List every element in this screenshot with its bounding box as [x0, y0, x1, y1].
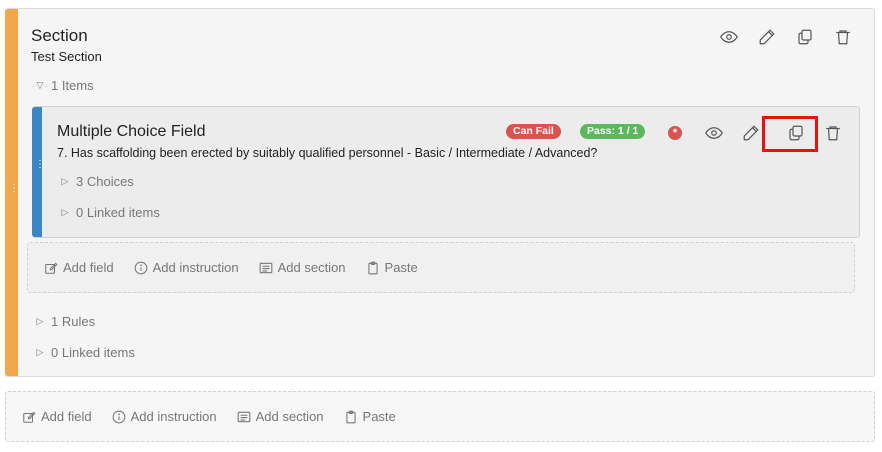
eye-icon: [705, 127, 723, 139]
page-add-bar: Add field Add instruction Add section Pa…: [5, 391, 875, 442]
caret-down-icon: ▽: [36, 80, 44, 90]
add-instruction-button[interactable]: Add instruction: [112, 409, 217, 424]
field-linked-items-toggle[interactable]: ▷ 0 Linked items: [60, 205, 160, 220]
field-drag-handle[interactable]: ⋮: [32, 107, 45, 237]
add-field-button[interactable]: Add field: [44, 260, 114, 275]
duplicate-field-button[interactable]: [785, 122, 807, 144]
delete-field-button[interactable]: [822, 122, 844, 144]
trash-icon: [836, 30, 850, 45]
section-drag-handle[interactable]: ⋮: [5, 9, 19, 376]
edit-field-icon: [23, 411, 36, 423]
section-linked-items-toggle[interactable]: ▷ 0 Linked items: [35, 345, 135, 360]
items-toggle[interactable]: ▽ 1 Items: [35, 78, 94, 93]
section-icon: [259, 262, 272, 273]
paste-button[interactable]: Paste: [366, 260, 418, 275]
section-subtitle: Test Section: [31, 49, 102, 64]
add-section-label: Add section: [277, 260, 346, 275]
caret-right-icon: ▷: [36, 347, 44, 357]
items-toggle-label: 1 Items: [51, 78, 94, 93]
add-section-button[interactable]: Add section: [237, 409, 324, 424]
add-section-label: Add section: [255, 409, 324, 424]
delete-section-button[interactable]: [832, 26, 854, 48]
field-card: ⋮ Multiple Choice Field 7. Has scaffoldi…: [32, 106, 860, 238]
section-add-bar: Add field Add instruction Add section Pa…: [27, 242, 855, 293]
add-instruction-button[interactable]: Add instruction: [134, 260, 239, 275]
paste-label: Paste: [384, 260, 418, 275]
add-field-button[interactable]: Add field: [22, 409, 92, 424]
preview-section-button[interactable]: [718, 26, 740, 48]
can-fail-badge: Can Fail: [506, 124, 561, 139]
pass-badge: Pass: 1 / 1: [580, 124, 646, 139]
eye-icon: [720, 31, 738, 43]
required-icon: *: [668, 126, 682, 140]
section-title: Section: [31, 26, 88, 45]
section-card: ⋮ Section Test Section ▽ 1 Items ⋮ Multi…: [5, 8, 875, 377]
clipboard-icon: [345, 410, 356, 423]
trash-icon: [826, 126, 840, 141]
paste-button[interactable]: Paste: [344, 409, 396, 424]
info-icon: [134, 261, 147, 274]
caret-right-icon: ▷: [36, 316, 44, 326]
choices-toggle[interactable]: ▷ 3 Choices: [60, 174, 134, 189]
section-actions: [718, 26, 854, 48]
rules-toggle[interactable]: ▷ 1 Rules: [35, 314, 96, 329]
edit-field-button[interactable]: [740, 122, 762, 144]
copy-icon: [798, 29, 812, 45]
edit-section-button[interactable]: [756, 26, 778, 48]
add-section-button[interactable]: Add section: [259, 260, 346, 275]
info-icon: [112, 410, 125, 423]
field-question: 7. Has scaffolding been erected by suita…: [57, 146, 598, 160]
add-instruction-label: Add instruction: [152, 260, 239, 275]
drag-dots-icon: ⋮: [9, 183, 19, 194]
rules-toggle-label: 1 Rules: [51, 314, 96, 329]
drag-dots-icon: ⋮: [35, 159, 45, 170]
clipboard-icon: [367, 261, 378, 274]
pencil-icon: [743, 125, 759, 141]
add-field-label: Add field: [41, 409, 92, 424]
add-field-label: Add field: [63, 260, 114, 275]
pencil-icon: [759, 29, 775, 45]
field-title: Multiple Choice Field: [57, 123, 206, 140]
duplicate-section-button[interactable]: [794, 26, 816, 48]
field-actions: [703, 122, 844, 144]
choices-toggle-label: 3 Choices: [76, 174, 134, 189]
edit-field-icon: [45, 262, 58, 274]
add-instruction-label: Add instruction: [130, 409, 217, 424]
caret-right-icon: ▷: [61, 207, 69, 217]
field-linked-items-label: 0 Linked items: [76, 205, 160, 220]
copy-icon: [789, 125, 803, 141]
section-icon: [237, 411, 250, 422]
preview-field-button[interactable]: [703, 122, 725, 144]
caret-right-icon: ▷: [61, 176, 69, 186]
paste-label: Paste: [362, 409, 396, 424]
section-linked-items-label: 0 Linked items: [51, 345, 135, 360]
